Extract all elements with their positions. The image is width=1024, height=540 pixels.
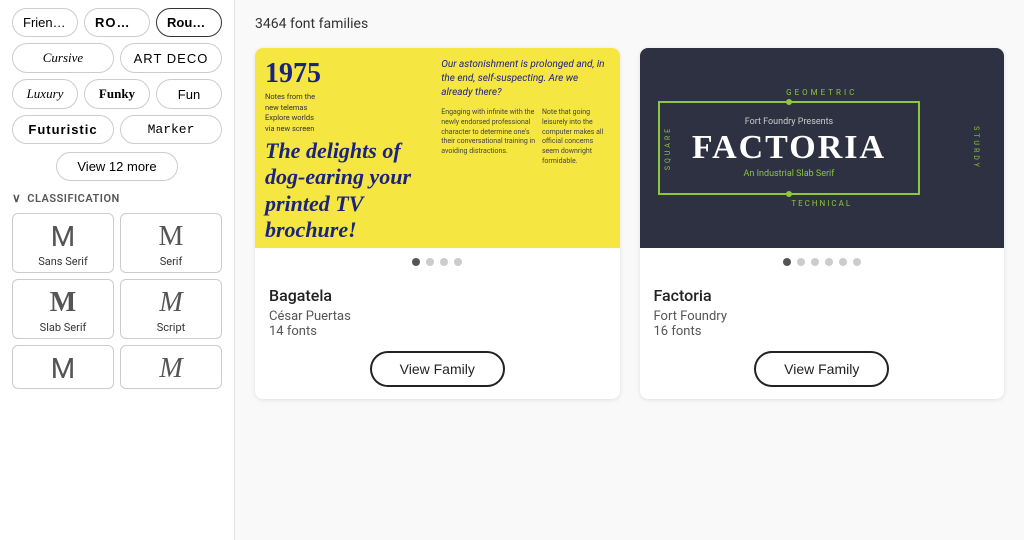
bagatela-right-col: Our astonishment is prolonged and, in th… [441,58,609,238]
class-more-1[interactable]: M [12,345,114,390]
classification-heading: CLASSIFICATION [12,191,222,205]
class-label-script: Script [157,321,185,334]
factoria-preview: SQUARE STURDY GEOMETRIC Fort Foundry Pre… [640,48,1005,248]
classification-grid-2: M M [12,345,222,390]
bagatela-author: César Puertas [269,309,606,324]
factoria-count: 16 fonts [654,324,991,339]
factoria-sub: An Industrial Slab Serif [684,169,894,179]
bagatela-info: Bagatela César Puertas 14 fonts View Fam… [255,274,620,399]
class-letter-sans: M [51,222,75,253]
class-letter-script: M [159,288,182,319]
tag-rounded[interactable]: Rounded [156,8,222,37]
class-more-2[interactable]: M [120,345,222,390]
factoria-name-text: FACTORIA [684,129,894,167]
bagatela-left-col: 1975 Notes from the new telemas Explore … [265,58,433,238]
class-letter-more2: M [159,354,182,385]
tag-fun[interactable]: Fun [156,79,222,109]
tag-marker[interactable]: Marker [120,115,222,144]
class-label-sans: Sans Serif [38,255,88,268]
class-sans-serif[interactable]: M Sans Serif [12,213,114,273]
class-letter-serif: M [159,222,184,253]
main-content: 3464 font families 1975 Notes from the n… [235,0,1024,540]
tag-friendly[interactable]: Friendly [12,8,78,37]
fdot-4 [825,258,833,266]
factoria-center: GEOMETRIC Fort Foundry Presents FACTORIA… [658,88,986,208]
tag-row-1: Friendly ROUGH Rounded [12,8,222,37]
bagatela-view-family-button[interactable]: View Family [370,351,505,387]
font-card-factoria: SQUARE STURDY GEOMETRIC Fort Foundry Pre… [640,48,1005,399]
dot-3 [440,258,448,266]
sidebar: Friendly ROUGH Rounded Cursive ART DECO … [0,0,235,540]
class-serif[interactable]: M Serif [120,213,222,273]
bagatela-col1: Engaging with infinite with the newly en… [441,108,538,167]
class-label-serif: Serif [160,255,183,268]
tag-row-2: Cursive ART DECO [12,43,222,73]
fdot-3 [811,258,819,266]
class-letter-slab: M [50,288,76,319]
dot-1 [412,258,420,266]
tag-futuristic[interactable]: Futuristic [12,115,114,144]
class-slab-serif[interactable]: M Slab Serif [12,279,114,339]
bagatela-count: 14 fonts [269,324,606,339]
bagatela-dots [255,248,620,274]
bagatela-preview: 1975 Notes from the new telemas Explore … [255,48,620,248]
font-card-bagatela: 1975 Notes from the new telemas Explore … [255,48,620,399]
factoria-geo: GEOMETRIC [658,88,986,97]
classification-grid: M Sans Serif M Serif M Slab Serif M Scri… [12,213,222,339]
tag-funky[interactable]: Funky [84,79,150,109]
tag-row-4: Futuristic Marker [12,115,222,144]
font-cards-grid: 1975 Notes from the new telemas Explore … [255,48,1004,399]
fdot-1 [783,258,791,266]
bagatela-main-text: The delights of dog-earing your printed … [265,138,433,244]
bagatela-note: Notes from the new telemas Explore world… [265,92,433,134]
factoria-font-name: Factoria [654,286,991,305]
fdot-2 [797,258,805,266]
factoria-view-family-button[interactable]: View Family [754,351,889,387]
factoria-info: Factoria Fort Foundry 16 fonts View Fami… [640,274,1005,399]
factoria-author: Fort Foundry [654,309,991,324]
factoria-side-right: STURDY [972,126,980,170]
fdot-6 [853,258,861,266]
bagatela-year: 1975 [265,58,433,90]
class-letter-more1: M [51,354,75,385]
tag-artdeco[interactable]: ART DECO [120,43,222,73]
bagatela-quote: Our astonishment is prolonged and, in th… [441,58,609,100]
factoria-box: Fort Foundry Presents FACTORIA An Indust… [658,101,920,195]
bagatela-name: Bagatela [269,286,606,305]
class-label-slab: Slab Serif [40,321,87,334]
factoria-dots [640,248,1005,274]
result-count: 3464 font families [255,16,1004,32]
tag-row-3: Luxury Funky Fun [12,79,222,109]
view-more-button[interactable]: View 12 more [56,152,177,181]
class-script[interactable]: M Script [120,279,222,339]
factoria-technical: TECHNICAL [658,199,986,208]
dot-4 [454,258,462,266]
tag-luxury[interactable]: Luxury [12,79,78,109]
tag-cursive[interactable]: Cursive [12,43,114,73]
tag-rough[interactable]: ROUGH [84,8,150,37]
bagatela-col2: Note that going leisurely into the compu… [542,108,610,167]
dot-2 [426,258,434,266]
fdot-5 [839,258,847,266]
factoria-presents: Fort Foundry Presents [684,117,894,127]
